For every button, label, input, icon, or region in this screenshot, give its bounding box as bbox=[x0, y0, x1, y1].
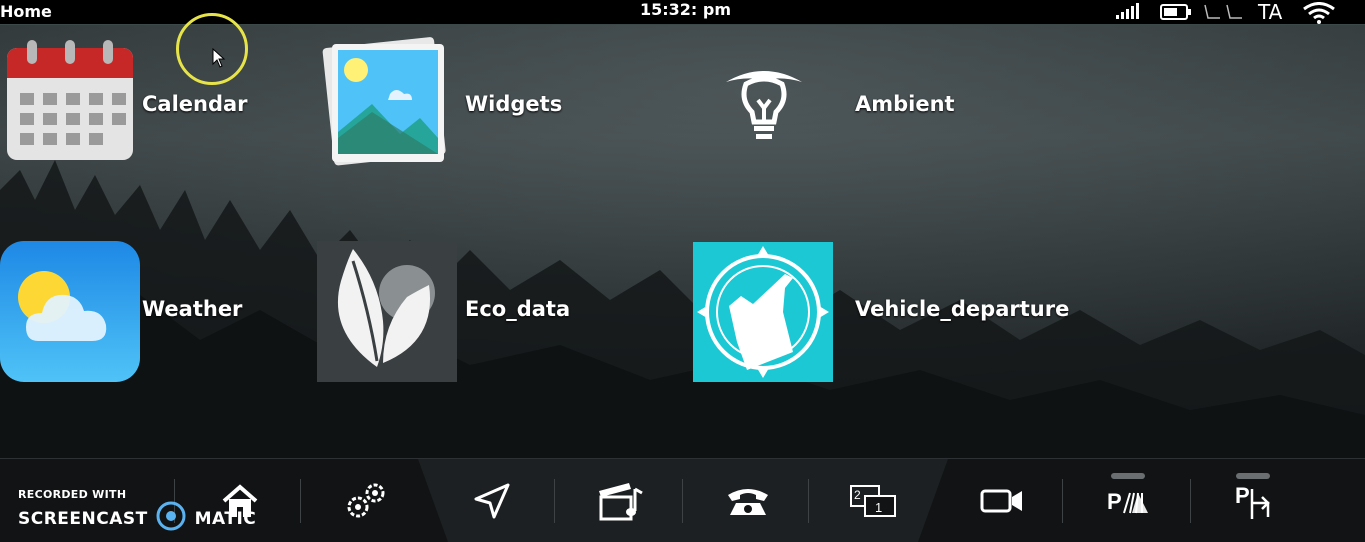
app-eco-data[interactable]: Eco_data bbox=[317, 241, 587, 382]
leaf-icon bbox=[317, 241, 457, 382]
screen-switch-icon: 2 1 bbox=[849, 484, 896, 517]
screencast-watermark: RECORDED WITH SCREENCAST MATIC bbox=[18, 488, 256, 531]
screen-switch-number-2: 2 bbox=[854, 488, 861, 502]
watermark-line1: RECORDED WITH bbox=[18, 488, 127, 501]
settings-button[interactable] bbox=[302, 459, 429, 542]
phone-button[interactable] bbox=[684, 459, 811, 542]
app-label: Widgets bbox=[465, 92, 563, 116]
mouse-pointer-icon bbox=[212, 48, 226, 68]
park-letter: P bbox=[1235, 483, 1250, 508]
wifi-icon bbox=[1303, 2, 1335, 24]
park-exit-icon: P bbox=[1235, 483, 1270, 519]
app-label: Ambient bbox=[855, 92, 955, 116]
screen-switch-number-1: 1 bbox=[875, 500, 882, 515]
region-label: TA bbox=[1258, 0, 1283, 24]
park-assist-button[interactable]: P bbox=[1064, 459, 1191, 542]
lightbulb-icon bbox=[726, 71, 802, 139]
navigation-icon bbox=[474, 483, 509, 518]
camera-button[interactable] bbox=[938, 459, 1065, 542]
media-button[interactable] bbox=[556, 459, 683, 542]
status-title: Home bbox=[0, 2, 52, 21]
status-time: 15:32: pm bbox=[640, 0, 732, 19]
app-label: Vehicle_departure bbox=[855, 297, 1070, 321]
app-label: Weather bbox=[142, 297, 243, 321]
screen-switch-button[interactable]: 2 1 bbox=[810, 459, 937, 542]
calendar-icon bbox=[7, 40, 133, 160]
sun-cloud-icon bbox=[0, 241, 140, 382]
settings-gears-icon bbox=[347, 483, 384, 517]
app-vehicle-departure[interactable]: Vehicle_departure bbox=[693, 242, 1093, 382]
app-widgets[interactable]: Widgets bbox=[320, 34, 580, 166]
phone-icon bbox=[727, 488, 768, 515]
park-letter: P bbox=[1107, 489, 1122, 514]
compass-fuel-icon bbox=[693, 242, 833, 382]
seat-icon bbox=[1204, 4, 1242, 19]
image-gallery-icon bbox=[322, 37, 446, 166]
app-label: Calendar bbox=[142, 92, 248, 116]
media-icon bbox=[598, 482, 643, 520]
navigation-button[interactable] bbox=[428, 459, 555, 542]
watermark-brand-b: MATIC bbox=[194, 509, 257, 529]
battery-icon bbox=[1160, 4, 1191, 20]
signal-icon bbox=[1116, 3, 1139, 19]
camera-icon bbox=[980, 489, 1022, 512]
record-icon bbox=[156, 501, 186, 531]
app-label: Eco_data bbox=[465, 297, 571, 321]
app-weather[interactable]: Weather bbox=[0, 241, 250, 382]
park-exit-button[interactable]: P bbox=[1192, 459, 1319, 542]
park-assist-icon: P bbox=[1107, 489, 1148, 514]
app-ambient[interactable]: Ambient bbox=[722, 60, 962, 150]
watermark-brand-a: SCREENCAST bbox=[18, 509, 148, 529]
